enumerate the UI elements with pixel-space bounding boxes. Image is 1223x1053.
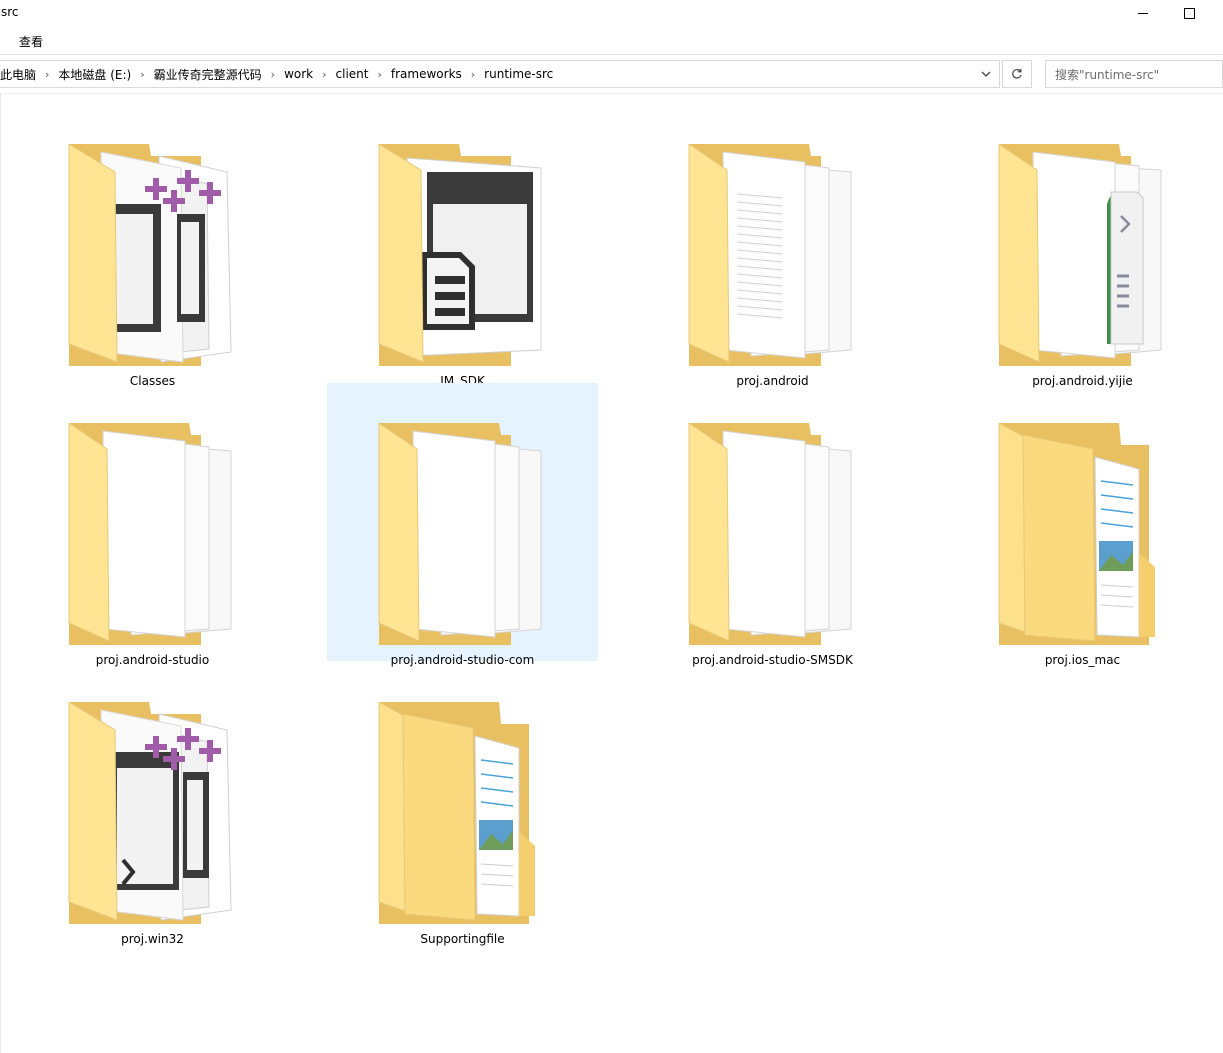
folder-item-im-sdk[interactable]: IM_SDK: [327, 104, 598, 388]
folder-open-doc-icon: [378, 702, 535, 924]
folder-cpp-icon: [68, 144, 232, 366]
maximize-button[interactable]: [1166, 0, 1212, 26]
address-dropdown-button[interactable]: [973, 61, 999, 87]
folder-label: proj.ios_mac: [1044, 653, 1121, 667]
ribbon: 查看: [0, 26, 1223, 55]
folder-open-doc-icon: [998, 423, 1155, 645]
folder-script-icon: [998, 144, 1162, 366]
folder-item-proj-ios-mac[interactable]: proj.ios_mac: [947, 383, 1218, 667]
crumb-runtime-src[interactable]: runtime-src: [480, 67, 557, 81]
crumb-source-folder[interactable]: 霸业传奇完整源代码: [150, 66, 266, 83]
chevron-down-icon: [981, 71, 991, 77]
folder-pages-icon: [378, 423, 542, 645]
file-grid: Classes IM_SDK proj.android proj.android…: [0, 93, 1223, 1053]
crumb-client[interactable]: client: [332, 67, 373, 81]
chevron-right-icon[interactable]: ›: [317, 68, 331, 81]
folder-item-proj-android[interactable]: proj.android: [637, 104, 908, 388]
crumb-this-pc[interactable]: 此电脑: [0, 66, 40, 83]
folder-cpp-icon: [68, 702, 232, 924]
chevron-right-icon[interactable]: ›: [372, 68, 386, 81]
folder-item-supportingfile[interactable]: Supportingfile: [327, 662, 598, 946]
folder-pages-icon: [688, 423, 852, 645]
folder-item-proj-win32[interactable]: proj.win32: [17, 662, 288, 946]
crumb-frameworks[interactable]: frameworks: [387, 67, 466, 81]
folder-window-doc-icon: [378, 144, 542, 366]
search-input[interactable]: [1053, 62, 1223, 88]
refresh-icon: [1012, 68, 1022, 79]
minimize-icon: [1138, 12, 1148, 14]
folder-label: Supportingfile: [420, 932, 505, 946]
folder-item-proj-android-studio-com[interactable]: proj.android-studio-com: [327, 383, 598, 667]
crumb-work[interactable]: work: [280, 67, 317, 81]
address-bar[interactable]: 此电脑 › 本地磁盘 (E:) › 霸业传奇完整源代码 › work › cli…: [0, 60, 1000, 88]
folder-pages-icon: [688, 144, 852, 366]
breadcrumb: 此电脑 › 本地磁盘 (E:) › 霸业传奇完整源代码 › work › cli…: [0, 61, 557, 87]
folder-item-proj-android-yijie[interactable]: proj.android.yijie: [947, 104, 1218, 388]
folder-item-proj-android-studio-smsdk[interactable]: proj.android-studio-SMSDK: [637, 383, 908, 667]
folder-item-classes[interactable]: Classes: [17, 104, 288, 388]
chevron-right-icon[interactable]: ›: [466, 68, 480, 81]
refresh-button[interactable]: [1002, 60, 1032, 88]
title-bar: src: [0, 0, 1223, 26]
folder-label: proj.android-studio-SMSDK: [692, 653, 853, 667]
chevron-right-icon[interactable]: ›: [40, 68, 54, 81]
address-row: 此电脑 › 本地磁盘 (E:) › 霸业传奇完整源代码 › work › cli…: [0, 55, 1223, 94]
chevron-right-icon[interactable]: ›: [266, 68, 280, 81]
folder-item-proj-android-studio[interactable]: proj.android-studio: [17, 383, 288, 667]
tab-view[interactable]: 查看: [19, 33, 43, 50]
folder-label: proj.win32: [121, 932, 184, 946]
chevron-right-icon[interactable]: ›: [135, 68, 149, 81]
window-title: src: [1, 5, 19, 19]
folder-pages-icon: [68, 423, 232, 645]
crumb-local-disk[interactable]: 本地磁盘 (E:): [54, 66, 135, 83]
minimize-button[interactable]: [1120, 0, 1166, 26]
search-box[interactable]: [1045, 60, 1223, 88]
maximize-icon: [1183, 7, 1195, 19]
